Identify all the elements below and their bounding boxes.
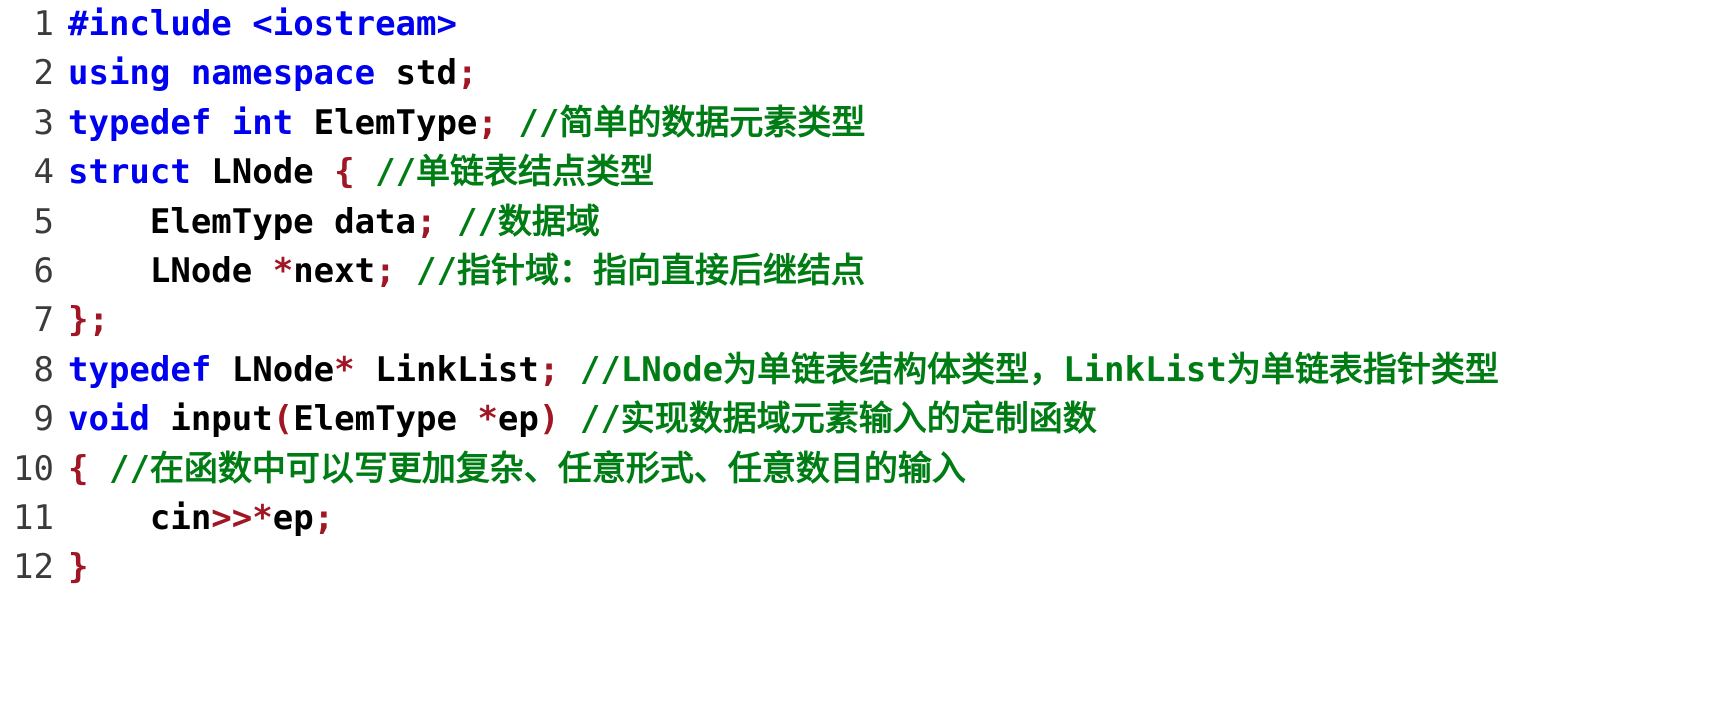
code-token-comment: //在函数中可以写更加复杂、任意形式、任意数目的输入 bbox=[108, 448, 966, 489]
code-token-punct: { bbox=[68, 448, 89, 489]
code-line[interactable]: 11 cin>>*ep; bbox=[0, 494, 1725, 543]
code-token-ident: std bbox=[375, 53, 457, 94]
code-viewer: 1 #include <iostream> 2 using namespace std… bbox=[0, 0, 1725, 721]
line-number: 11 bbox=[13, 498, 54, 539]
code-line[interactable]: 10 { //在函数中可以写更加复杂、任意形式、任意数目的输入 bbox=[0, 445, 1725, 494]
code-token-kw: #include bbox=[68, 4, 232, 44]
code-token-ident: ElemType bbox=[293, 399, 478, 440]
code-token-kw: typedef int bbox=[68, 102, 294, 143]
code-token-ident: ElemType data bbox=[68, 201, 416, 242]
code-token-kw: void bbox=[68, 399, 150, 440]
code-token-ident: next bbox=[293, 251, 376, 292]
code-token-punct: ( bbox=[272, 399, 294, 440]
code-token-comment: //简单的数据元素类型 bbox=[518, 102, 866, 143]
code-line[interactable]: 3 typedef int ElemType; //简单的数据元素类型 bbox=[0, 99, 1725, 148]
code-token-punct: >>* bbox=[211, 498, 273, 539]
code-token-punct: } bbox=[68, 547, 89, 588]
code-line[interactable]: 12} bbox=[0, 543, 1725, 592]
line-number: 3 bbox=[33, 102, 54, 143]
code-token-comment: //实现数据域元素输入的定制函数 bbox=[579, 399, 1097, 440]
code-token-ident bbox=[232, 4, 252, 44]
code-line[interactable]: 4 struct LNode { //单链表结点类型 bbox=[0, 148, 1725, 197]
code-token-punct: * bbox=[477, 399, 498, 440]
code-token-ident: input bbox=[149, 399, 273, 440]
line-number: 6 bbox=[33, 251, 54, 292]
code-token-ident: LNode bbox=[190, 152, 335, 193]
code-token-kw: struct bbox=[68, 152, 191, 193]
code-token-punct: * bbox=[334, 349, 355, 390]
code-line[interactable]: 6 LNode *next; //指针域：指向直接后继结点 bbox=[0, 247, 1725, 296]
code-token-comment: //单链表结点类型 bbox=[375, 152, 655, 193]
code-token-punct: ) bbox=[538, 399, 560, 440]
code-line[interactable]: 1 #include <iostream> bbox=[0, 0, 1725, 49]
code-token-punct: { bbox=[334, 152, 355, 193]
code-listing[interactable]: 1 #include <iostream> 2 using namespace std… bbox=[0, 0, 1725, 593]
line-number: 7 bbox=[33, 300, 54, 341]
line-number: 9 bbox=[33, 399, 54, 440]
code-token-punct: ; bbox=[538, 349, 560, 390]
line-number: 10 bbox=[13, 448, 54, 489]
code-line[interactable]: 8 typedef LNode* LinkList; //LNode为单链表结构体… bbox=[0, 346, 1725, 395]
code-token-punct: }; bbox=[68, 300, 109, 341]
line-number: 1 bbox=[33, 4, 54, 44]
code-token-ident: LNode bbox=[211, 349, 335, 390]
code-token-ident: ElemType bbox=[293, 102, 478, 143]
code-line[interactable]: 7}; bbox=[0, 296, 1725, 345]
code-token-ident bbox=[559, 399, 579, 439]
code-token-comment: //数据域 bbox=[456, 201, 600, 242]
line-number: 5 bbox=[33, 201, 54, 242]
code-token-kw: using namespace bbox=[68, 53, 376, 94]
code-token-punct: ; bbox=[456, 53, 478, 94]
code-token-kw: <iostream> bbox=[252, 4, 457, 44]
code-token-ident: ep bbox=[272, 498, 314, 539]
line-number: 12 bbox=[13, 547, 54, 588]
code-token-punct: * bbox=[272, 251, 294, 292]
code-token-ident: LinkList bbox=[354, 349, 539, 390]
code-token-punct: ; bbox=[313, 498, 335, 539]
code-token-ident: ep bbox=[497, 399, 539, 440]
code-token-ident bbox=[355, 152, 375, 192]
code-token-ident: LNode bbox=[68, 251, 273, 292]
line-number: 8 bbox=[33, 349, 54, 390]
code-token-ident bbox=[396, 251, 416, 291]
code-token-punct: ; bbox=[416, 201, 437, 242]
code-token-comment: //指针域：指向直接后继结点 bbox=[416, 251, 865, 292]
code-token-punct: ; bbox=[375, 251, 396, 292]
line-number: 2 bbox=[33, 53, 54, 94]
code-token-ident bbox=[436, 202, 456, 242]
code-token-ident bbox=[88, 449, 108, 489]
code-token-comment: //LNode为单链表结构体类型，LinkList为单链表指针类型 bbox=[579, 349, 1499, 390]
code-token-ident bbox=[498, 103, 518, 143]
code-line[interactable]: 9 void input(ElemType *ep) //实现数据域元素输入的定制… bbox=[0, 395, 1725, 444]
code-line[interactable]: 5 ElemType data; //数据域 bbox=[0, 198, 1725, 247]
code-token-ident bbox=[559, 350, 579, 390]
code-token-punct: ; bbox=[477, 102, 498, 143]
code-token-kw: typedef bbox=[68, 349, 212, 390]
code-token-ident: cin bbox=[68, 498, 212, 539]
code-line[interactable]: 2 using namespace std; bbox=[0, 49, 1725, 98]
line-number: 4 bbox=[33, 152, 54, 193]
